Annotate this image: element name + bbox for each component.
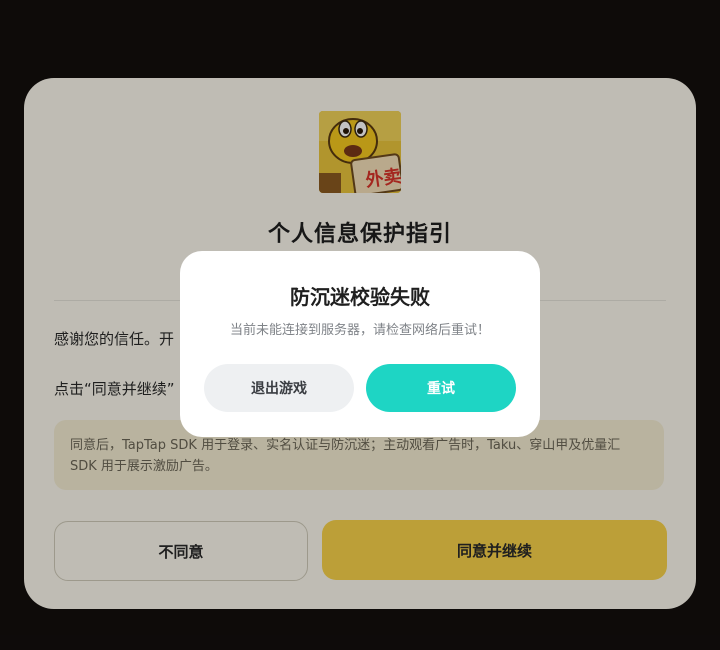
dialog-title: 防沉迷校验失败: [290, 285, 430, 309]
game-screen: 外卖 个人信息保护指引 感谢您的信任。开 。 点击“同意并继续” 同意后，Tap…: [0, 0, 720, 650]
anti-addiction-error-dialog: 防沉迷校验失败 当前未能连接到服务器，请检查网络后重试！ 退出游戏 重试: [180, 251, 540, 437]
dialog-message: 当前未能连接到服务器，请检查网络后重试！: [229, 323, 490, 338]
exit-game-button[interactable]: 退出游戏: [204, 364, 354, 412]
retry-button[interactable]: 重试: [366, 364, 516, 412]
